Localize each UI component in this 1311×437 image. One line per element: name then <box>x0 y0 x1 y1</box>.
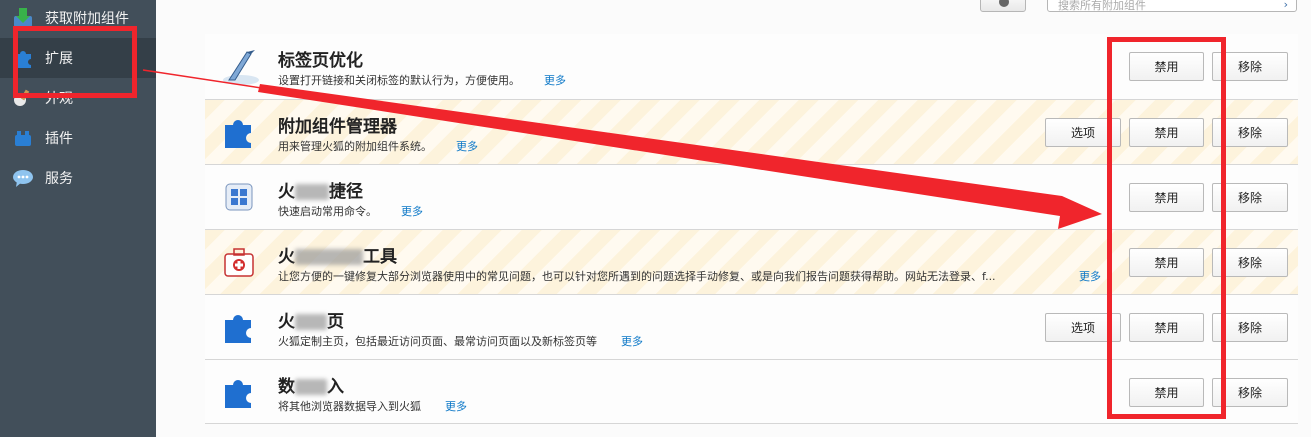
sidebar-item-plugins[interactable]: 插件 <box>0 118 156 158</box>
name-part: 入 <box>327 377 344 397</box>
search-input[interactable]: 搜索所有附加组件 › <box>1047 0 1297 12</box>
window-logo-icon <box>221 179 257 215</box>
description-text: 设置打开链接和关闭标签的默认行为，方便使用。 <box>278 74 520 87</box>
tools-gear-button[interactable] <box>980 0 1026 12</box>
name-part: 火 <box>278 182 295 202</box>
extension-name: 附加组件管理器 <box>278 117 397 137</box>
name-part: 捷径 <box>329 182 363 202</box>
annotation-highlight-disable-buttons <box>1107 37 1226 419</box>
chat-bubble-icon <box>12 167 34 189</box>
description-text: 火狐定制主页，包括最近访问页面、最常访问页面以及新标签页等 <box>278 335 597 348</box>
redacted-text <box>295 379 327 395</box>
name-part: 火 <box>278 312 295 332</box>
extension-description: 快速启动常用命令。 更多 <box>278 203 423 219</box>
name-part: 数 <box>278 377 295 397</box>
gear-icon <box>999 0 1009 7</box>
more-link[interactable]: 更多 <box>544 74 566 87</box>
more-link[interactable]: 更多 <box>1079 268 1101 284</box>
more-link[interactable]: 更多 <box>401 205 423 218</box>
extension-name: 火 捷径 <box>278 177 363 202</box>
sidebar-item-label: 获取附加组件 <box>45 11 129 27</box>
search-go-icon[interactable]: › <box>1284 0 1288 11</box>
puzzle-icon <box>221 114 257 150</box>
extension-name: 火页 <box>278 307 344 332</box>
extension-name: 标签页优化 <box>278 51 363 71</box>
name-part: 工具 <box>363 247 397 267</box>
quill-pen-icon <box>221 48 259 85</box>
annotation-highlight-extensions <box>13 26 137 98</box>
search-placeholder: 搜索所有附加组件 <box>1058 0 1146 12</box>
puzzle-icon <box>221 309 257 345</box>
name-part: 页 <box>327 312 344 332</box>
sidebar-item-services[interactable]: 服务 <box>0 158 156 198</box>
description-text: 快速启动常用命令。 <box>278 205 377 218</box>
more-link[interactable]: 更多 <box>621 335 643 348</box>
lego-block-icon <box>12 127 34 149</box>
extension-name: 数入 <box>278 372 344 397</box>
more-link[interactable]: 更多 <box>445 400 467 413</box>
description-text: 将其他浏览器数据导入到火狐 <box>278 400 421 413</box>
more-link[interactable]: 更多 <box>456 140 478 153</box>
first-aid-kit-icon <box>221 244 257 280</box>
extension-description: 让您方便的一键修复大部分浏览器使用中的常见问题，也可以针对您所遇到的问题选择手动… <box>278 268 996 284</box>
puzzle-icon <box>221 374 257 410</box>
sidebar-item-label: 服务 <box>45 171 73 187</box>
sidebar-item-label: 插件 <box>45 131 73 147</box>
extension-description: 设置打开链接和关闭标签的默认行为，方便使用。 更多 <box>278 72 566 88</box>
redacted-text <box>295 184 329 200</box>
extension-description: 火狐定制主页，包括最近访问页面、最常访问页面以及新标签页等 更多 <box>278 333 643 349</box>
redacted-text <box>295 314 327 330</box>
extension-name: 火 工具 <box>278 242 397 267</box>
extension-description: 用来管理火狐的附加组件系统。 更多 <box>278 138 478 154</box>
name-part: 火 <box>278 247 295 267</box>
description-text: 让您方便的一键修复大部分浏览器使用中的常见问题，也可以针对您所遇到的问题选择手动… <box>278 270 996 283</box>
extension-description: 将其他浏览器数据导入到火狐 更多 <box>278 398 467 414</box>
redacted-text <box>295 249 363 265</box>
description-text: 用来管理火狐的附加组件系统。 <box>278 140 432 153</box>
